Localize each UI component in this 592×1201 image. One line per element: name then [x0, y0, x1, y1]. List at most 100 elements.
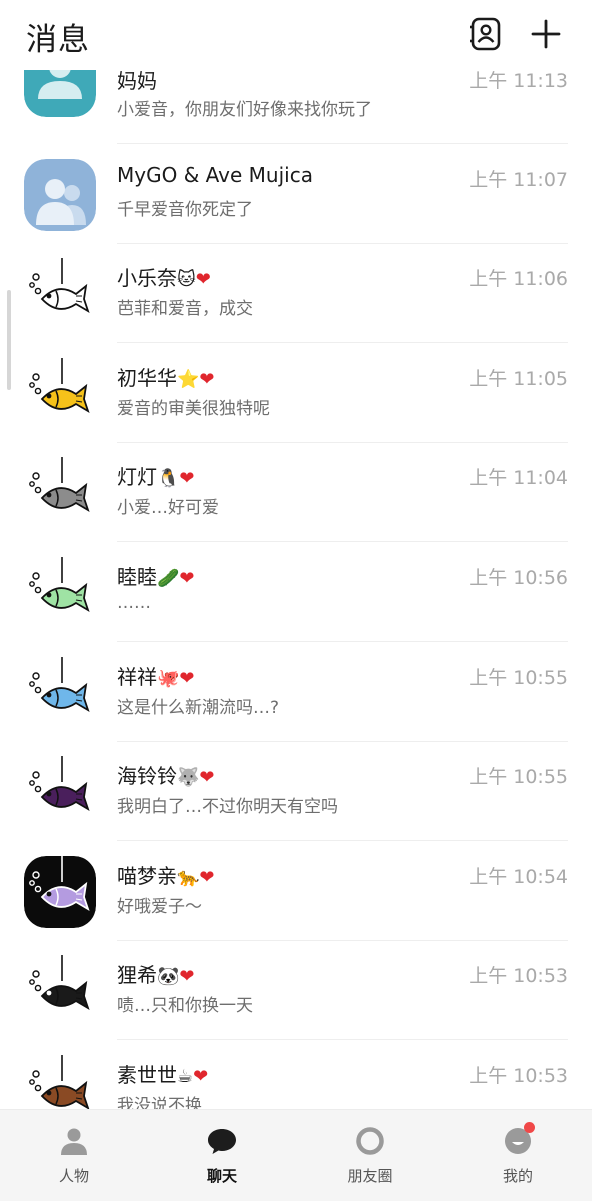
contacts-button[interactable] [468, 16, 504, 52]
chat-row[interactable]: 海铃铃🐺❤ 我明白了…不过你明天有空吗 上午 10:55 [0, 742, 592, 842]
chat-row[interactable]: 素世世☕❤ 我没说不换 上午 10:53 [0, 1041, 592, 1110]
tab-chat[interactable]: 聊天 [148, 1110, 296, 1201]
chat-name: 海铃铃🐺❤ [117, 760, 215, 789]
heart-icon: ❤ [199, 767, 215, 789]
person-icon [61, 1128, 87, 1155]
chat-name-text: 狸希 [117, 963, 157, 988]
chat-name-text: 海铃铃 [117, 764, 177, 789]
name-emoji: 🐆 [177, 866, 200, 888]
message-time: 上午 11:04 [469, 467, 568, 490]
chat-bubble-icon [208, 1129, 236, 1154]
chat-row[interactable]: 小乐奈🐱❤ 芭菲和爱音，成交 上午 11:06 [0, 244, 592, 344]
chat-name: 睦睦🥒❤ [117, 561, 195, 590]
plus-icon [531, 19, 561, 49]
page-title: 消息 [26, 22, 90, 58]
chat-name: 狸希🐼❤ [117, 959, 195, 988]
message-preview: 我没说不换 [117, 1096, 202, 1110]
message-time: 上午 11:13 [469, 70, 568, 92]
name-emoji: ⭐ [177, 368, 200, 390]
tab-label: 我的 [502, 1167, 533, 1185]
avatar[interactable] [24, 955, 96, 1027]
heart-icon: ❤ [179, 468, 195, 490]
name-emoji: 🥒 [157, 568, 180, 589]
heart-icon: ❤ [199, 866, 215, 888]
chat-name-text: 睦睦 [117, 565, 157, 589]
chat-name-text: 祥祥 [117, 664, 157, 689]
chat-row[interactable]: 狸希🐼❤ 啧…只和你换一天 上午 10:53 [0, 941, 592, 1041]
message-time: 上午 10:53 [469, 1065, 568, 1087]
avatar[interactable] [24, 756, 96, 828]
chat-name-text: MyGO & Ave Mujica [117, 162, 313, 187]
bottom-tab-bar: 人物 聊天 朋友圈 我的 [0, 1109, 592, 1201]
message-preview: 啧…只和你换一天 [117, 996, 253, 1017]
add-button[interactable] [528, 16, 564, 52]
avatar[interactable] [24, 557, 96, 629]
contact-card-icon [470, 17, 501, 51]
name-emoji: 🐧 [157, 468, 180, 490]
chat-name: MyGO & Ave Mujica [117, 163, 313, 187]
scrollbar[interactable] [7, 290, 11, 390]
message-time: 上午 11:06 [469, 268, 568, 291]
avatar[interactable] [24, 258, 96, 330]
message-preview: 好哦爱子～ [117, 896, 202, 917]
name-emoji: ☕ [177, 1066, 194, 1087]
chat-name-text: 妈妈 [117, 69, 157, 93]
chat-name: 喵梦亲🐆❤ [117, 860, 215, 889]
tab-people[interactable]: 人物 [0, 1110, 148, 1201]
message-preview: …… [117, 593, 151, 613]
notification-badge [524, 1122, 535, 1133]
avatar[interactable] [24, 656, 96, 729]
header: 消息 [0, 0, 592, 70]
chat-row[interactable]: MyGO & Ave Mujica 千早爱音你死定了 上午 11:07 [0, 145, 592, 244]
chat-name-text: 初华华 [117, 365, 177, 390]
chat-row[interactable]: 祥祥🐙❤ 这是什么新潮流吗…? 上午 10:55 [0, 643, 592, 742]
tab-moments[interactable]: 朋友圈 [296, 1110, 444, 1201]
chat-row[interactable]: 喵梦亲🐆❤ 好哦爱子～ 上午 10:54 [0, 842, 592, 941]
message-preview: 千早爱音你死定了 [117, 199, 253, 220]
chat-name-text: 小乐奈 [117, 266, 177, 291]
name-emoji: 🐙 [157, 667, 180, 689]
message-time: 上午 11:07 [469, 168, 568, 191]
avatar[interactable] [24, 1055, 96, 1110]
message-preview: 这是什么新潮流吗…? [117, 697, 280, 718]
avatar[interactable] [24, 855, 96, 928]
chat-name: 祥祥🐙❤ [117, 661, 195, 690]
heart-icon: ❤ [179, 568, 195, 589]
chat-name: 灯灯🐧❤ [117, 461, 195, 490]
message-preview: 我明白了…不过你明天有空吗 [117, 797, 338, 818]
chat-name-text: 喵梦亲 [117, 863, 177, 888]
chat-row[interactable]: 睦睦🥒❤ …… 上午 10:56 [0, 543, 592, 642]
avatar[interactable] [24, 158, 96, 231]
chat-name: 初华华⭐❤ [117, 362, 215, 391]
heart-icon: ❤ [179, 966, 195, 988]
chat-name: 小乐奈🐱❤ [117, 262, 211, 291]
chat-list[interactable]: 妈妈 小爱音，你朋友们好像来找你玩了 上午 11:13 MyGO & Ave M… [0, 0, 592, 1110]
name-emoji: 🐱 [177, 269, 196, 291]
heart-icon: ❤ [195, 269, 211, 291]
heart-icon: ❤ [199, 368, 215, 390]
message-time: 上午 10:53 [469, 965, 568, 988]
chat-name: 素世世☕❤ [117, 1059, 208, 1088]
chat-row[interactable]: 初华华⭐❤ 爱音的审美很独特呢 上午 11:05 [0, 344, 592, 443]
message-preview: 小爱音，你朋友们好像来找你玩了 [117, 100, 372, 120]
message-time: 上午 10:55 [469, 666, 568, 689]
name-emoji: 🐼 [157, 966, 180, 988]
tab-label: 朋友圈 [347, 1167, 393, 1185]
heart-icon: ❤ [179, 667, 195, 689]
message-time: 上午 11:05 [469, 367, 568, 390]
tab-label: 聊天 [206, 1167, 237, 1185]
chat-name-text: 灯灯 [117, 465, 157, 490]
message-preview: 爱音的审美很独特呢 [117, 398, 270, 419]
message-preview: 芭菲和爱音，成交 [117, 299, 253, 320]
message-preview: 小爱…好可爱 [117, 498, 219, 519]
heart-icon: ❤ [193, 1066, 209, 1087]
tab-label: 人物 [58, 1167, 89, 1185]
message-time: 上午 10:55 [469, 766, 568, 789]
message-time: 上午 10:54 [469, 865, 568, 888]
message-time: 上午 10:56 [469, 567, 568, 589]
avatar[interactable] [24, 457, 96, 529]
tab-me[interactable]: 我的 [444, 1110, 592, 1201]
chat-name-text: 素世世 [117, 1063, 177, 1087]
chat-row[interactable]: 灯灯🐧❤ 小爱…好可爱 上午 11:04 [0, 443, 592, 543]
avatar[interactable] [24, 357, 96, 430]
